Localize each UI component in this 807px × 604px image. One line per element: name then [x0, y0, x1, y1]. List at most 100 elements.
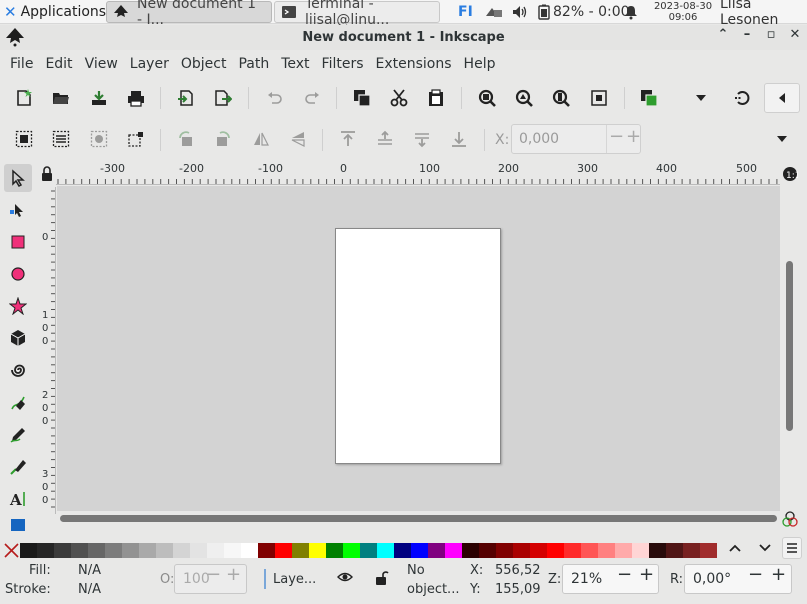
color-swatch[interactable]	[479, 543, 496, 558]
color-swatch[interactable]	[445, 543, 462, 558]
no-paint-swatch[interactable]	[3, 542, 20, 559]
color-management-icon[interactable]	[780, 510, 800, 528]
toolbar-overflow-icon[interactable]	[688, 85, 714, 111]
palette-scroll-up-icon[interactable]	[727, 540, 743, 560]
x-coordinate-spinbox[interactable]: 0,000 − +	[511, 124, 641, 154]
color-swatch[interactable]	[258, 543, 275, 558]
minus-icon[interactable]: −	[617, 564, 632, 585]
color-swatch[interactable]	[224, 543, 241, 558]
menu-extensions[interactable]: Extensions	[370, 56, 458, 72]
toolbar-overflow-icon[interactable]	[769, 126, 795, 152]
color-swatch[interactable]	[88, 543, 105, 558]
select-all-icon[interactable]	[11, 126, 37, 152]
color-swatch[interactable]	[666, 543, 683, 558]
zoom-fit-icon[interactable]	[586, 85, 612, 111]
menu-view[interactable]: View	[79, 56, 124, 72]
network-icon[interactable]	[484, 0, 504, 24]
color-swatch[interactable]	[462, 543, 479, 558]
selector-tool-icon[interactable]	[4, 164, 32, 192]
menu-file[interactable]: File	[0, 56, 39, 72]
horizontal-scrollbar-thumb[interactable]	[60, 515, 777, 522]
vertical-scrollbar[interactable]	[780, 186, 800, 511]
window-shade-button[interactable]: ⌃	[715, 27, 731, 42]
open-folder-icon[interactable]	[48, 85, 74, 111]
color-swatch[interactable]	[632, 543, 649, 558]
flip-vertical-icon[interactable]	[285, 126, 311, 152]
palette-scroll-down-icon[interactable]	[757, 540, 773, 560]
text-tool-icon[interactable]: A	[4, 485, 32, 513]
color-swatch[interactable]	[122, 543, 139, 558]
color-swatch[interactable]	[54, 543, 71, 558]
color-swatch[interactable]	[683, 543, 700, 558]
color-swatch[interactable]	[564, 543, 581, 558]
color-swatch[interactable]	[343, 543, 360, 558]
vertical-scrollbar-thumb[interactable]	[786, 261, 793, 431]
select-all-layers-icon[interactable]	[48, 126, 74, 152]
calligraphy-tool-icon[interactable]	[4, 453, 32, 481]
color-swatch[interactable]	[190, 543, 207, 558]
task-terminal[interactable]: Terminal - liisal@linu...	[274, 0, 440, 28]
color-swatch[interactable]	[700, 543, 717, 558]
visibility-eye-icon[interactable]	[337, 570, 353, 588]
import-icon[interactable]	[173, 85, 199, 111]
drawing-canvas[interactable]	[57, 186, 780, 511]
menu-filters[interactable]: Filters	[316, 56, 370, 72]
color-swatch[interactable]	[156, 543, 173, 558]
color-swatch[interactable]	[241, 543, 258, 558]
raise-to-top-icon[interactable]	[335, 126, 361, 152]
task-inkscape[interactable]: New document 1 - I...	[106, 0, 272, 28]
color-swatch[interactable]	[105, 543, 122, 558]
duplicate-icon[interactable]	[636, 85, 662, 111]
opacity-spinbox[interactable]: 100 − +	[174, 564, 247, 594]
color-swatch[interactable]	[513, 543, 530, 558]
star-tool-icon[interactable]	[4, 292, 32, 320]
undo-icon[interactable]	[262, 85, 288, 111]
snap-toggle-icon[interactable]	[730, 85, 756, 111]
color-swatch[interactable]	[37, 543, 54, 558]
keyboard-layout[interactable]: FI	[458, 0, 473, 24]
color-swatch[interactable]	[377, 543, 394, 558]
horizontal-scrollbar[interactable]	[57, 511, 780, 525]
lower-to-bottom-icon[interactable]	[446, 126, 472, 152]
plus-icon[interactable]: +	[639, 564, 654, 585]
color-swatch[interactable]	[20, 543, 37, 558]
color-swatch[interactable]	[598, 543, 615, 558]
window-minimize-button[interactable]: –	[739, 27, 755, 42]
lower-icon[interactable]	[409, 126, 435, 152]
rotate-cw-icon[interactable]	[210, 126, 236, 152]
zoom-page-icon[interactable]	[548, 85, 574, 111]
zoom-drawing-icon[interactable]	[511, 85, 537, 111]
node-tool-icon[interactable]	[4, 195, 32, 223]
color-swatch[interactable]	[292, 543, 309, 558]
inkscape-logo-icon[interactable]	[4, 27, 26, 51]
gradient-tool-icon[interactable]	[4, 517, 32, 531]
rotate-ccw-icon[interactable]	[173, 126, 199, 152]
color-swatch[interactable]	[71, 543, 88, 558]
battery-indicator[interactable]: 82% - 0:00	[537, 0, 630, 24]
color-swatch[interactable]	[207, 543, 224, 558]
cut-icon[interactable]	[386, 85, 412, 111]
copy-icon[interactable]	[349, 85, 375, 111]
print-icon[interactable]	[123, 85, 149, 111]
plus-icon[interactable]: +	[771, 564, 786, 585]
new-document-icon[interactable]	[11, 85, 37, 111]
canvas-corner-icon[interactable]: 1:1	[780, 163, 800, 185]
spiral-tool-icon[interactable]	[4, 356, 32, 384]
clock[interactable]: 2023-08-30 09:06	[652, 0, 714, 23]
volume-icon[interactable]	[511, 0, 529, 24]
color-swatch[interactable]	[615, 543, 632, 558]
color-swatch[interactable]	[394, 543, 411, 558]
color-swatch[interactable]	[649, 543, 666, 558]
color-swatch[interactable]	[428, 543, 445, 558]
rotation-spinbox[interactable]: 0,00° − +	[684, 564, 792, 594]
deselect-icon[interactable]	[86, 126, 112, 152]
menu-path[interactable]: Path	[232, 56, 275, 72]
snap-popover-button[interactable]	[764, 83, 800, 113]
zoom-selection-icon[interactable]	[474, 85, 500, 111]
menu-object[interactable]: Object	[175, 56, 233, 72]
pen-tool-icon[interactable]	[4, 389, 32, 417]
color-swatch[interactable]	[326, 543, 343, 558]
color-swatch[interactable]	[411, 543, 428, 558]
layer-unlock-icon[interactable]	[375, 570, 389, 590]
zoom-spinbox[interactable]: 21% − +	[562, 564, 659, 594]
